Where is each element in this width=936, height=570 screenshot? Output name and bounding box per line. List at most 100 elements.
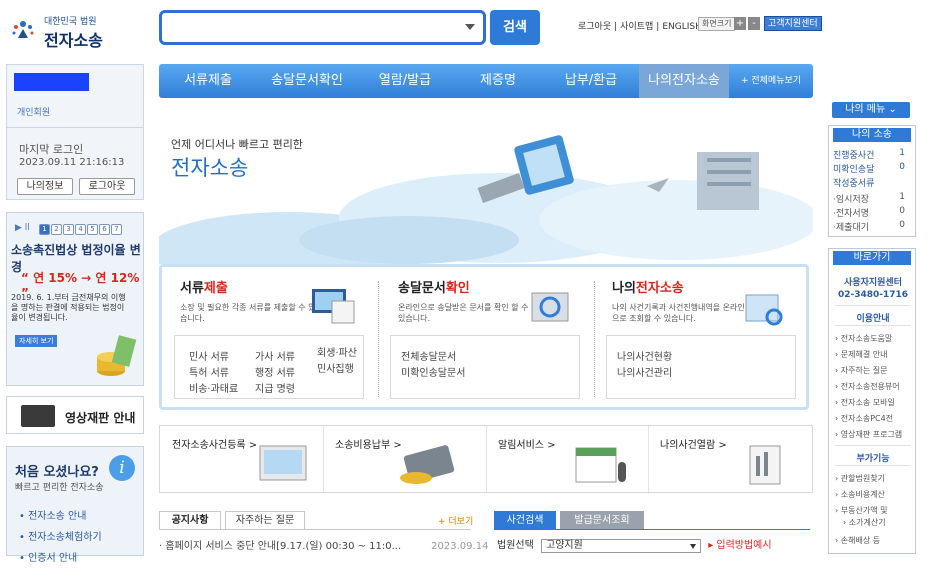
notice-item[interactable]: · 홈페이지 서비스 중단 안내[9.17.(일) 00:30 ~ 11:0..… bbox=[159, 537, 488, 552]
quick-services: 전자소송사건등록 > 소송비용납부 > 알림서비스 > 나의사건열람 > bbox=[159, 425, 813, 494]
tab-faq[interactable]: 자주하는 질문 bbox=[225, 511, 305, 529]
divider bbox=[494, 529, 810, 530]
banner-page[interactable]: 2 bbox=[51, 224, 62, 235]
banner-page[interactable]: 6 bbox=[99, 224, 110, 235]
extra-link[interactable]: 소가계산기 bbox=[835, 517, 915, 528]
first-visit-link[interactable]: 전자소송 안내 bbox=[19, 507, 102, 522]
nav-submit[interactable]: 서류제출 bbox=[159, 64, 257, 98]
link-admin[interactable]: 행정 서류 bbox=[255, 364, 295, 379]
my-case-row[interactable]: 0 미확인송달 bbox=[833, 162, 913, 175]
service-mycase-title[interactable]: 나의전자소송 bbox=[612, 277, 752, 296]
folder-search-icon bbox=[745, 294, 783, 326]
video-trial-link[interactable]: 영상재판 안내 bbox=[6, 396, 144, 434]
my-info-button[interactable]: 나의정보 bbox=[17, 178, 73, 195]
usage-link[interactable]: 문제해결 안내 bbox=[835, 349, 915, 360]
last-login-label: 마지막 로그인 bbox=[19, 143, 84, 156]
logout-link[interactable]: 로그아웃 bbox=[578, 22, 611, 32]
first-visit-link[interactable]: 인증서 안내 bbox=[19, 549, 102, 564]
chevron-down-icon[interactable] bbox=[465, 24, 475, 30]
my-case-row[interactable]: 1 진행중사건 bbox=[833, 148, 913, 161]
link-case-status[interactable]: 나의사건현황 bbox=[617, 348, 672, 363]
input-method-link[interactable]: ▸ 입력방법예시 bbox=[708, 540, 771, 551]
divider bbox=[323, 426, 324, 494]
usage-link[interactable]: 전자소송도움말 bbox=[835, 333, 915, 344]
link-noncontentious[interactable]: 비송·과태료 bbox=[189, 380, 238, 395]
my-case-title: 나의 소송 bbox=[833, 128, 911, 142]
service-desc: 소장 및 필요한 각종 서류를 제출할 수 있습니다. bbox=[180, 303, 316, 323]
my-case-row[interactable]: 1 ·임시저장 bbox=[833, 192, 913, 205]
mail-icon bbox=[531, 292, 569, 322]
nav-certificate[interactable]: 제증명 bbox=[453, 64, 543, 98]
quick-case-view[interactable]: 나의사건열람 > bbox=[660, 436, 727, 451]
tab-notice[interactable]: 공지사항 bbox=[159, 511, 221, 529]
first-visit-link[interactable]: 전자소송체험하기 bbox=[19, 528, 102, 543]
promo-banner: ▶ ll 1234567 소송촉진법상 법정이율 변경 “ 연 15% → 연 … bbox=[6, 212, 144, 386]
quick-notification[interactable]: 알림서비스 > bbox=[498, 436, 556, 451]
banner-page[interactable]: 5 bbox=[87, 224, 98, 235]
link-all-delivery[interactable]: 전체송달문서 bbox=[401, 348, 456, 363]
service-submit-title[interactable]: 서류제출 bbox=[180, 277, 320, 296]
my-case-row[interactable]: 0 ·전자서명 bbox=[833, 206, 913, 219]
zoom-out-button[interactable]: - bbox=[748, 17, 760, 30]
nav-all-menu[interactable]: + 전체메뉴보기 bbox=[729, 64, 813, 98]
divider bbox=[594, 281, 595, 397]
usage-link[interactable]: 자주하는 질문 bbox=[835, 365, 915, 376]
nav-payment[interactable]: 납부/환급 bbox=[543, 64, 639, 98]
service-delivery-title[interactable]: 송달문서확인 bbox=[398, 277, 538, 296]
shortcut-title: 바로가기 bbox=[833, 251, 911, 265]
my-case-row[interactable]: 0 ·제출대기 bbox=[833, 220, 913, 233]
banner-page[interactable]: 4 bbox=[75, 224, 86, 235]
sitemap-link[interactable]: 사이트맵 bbox=[620, 22, 653, 32]
link-bankruptcy[interactable]: 회생·파산 bbox=[317, 344, 357, 359]
more-link[interactable]: + 더보기 bbox=[438, 514, 473, 527]
services-panel: 서류제출 소장 및 필요한 각종 서류를 제출할 수 있습니다. 민사 서류 가… bbox=[159, 264, 809, 410]
video-icon bbox=[21, 405, 55, 427]
court-label: 법원선택 bbox=[497, 540, 534, 551]
banner-controls[interactable]: ▶ ll bbox=[15, 223, 30, 233]
banner-more-button[interactable]: 자세히 보기 bbox=[15, 335, 58, 347]
logout-button[interactable]: 로그아웃 bbox=[79, 178, 135, 195]
usage-link[interactable]: 전자소송PC4전 bbox=[835, 413, 915, 424]
tab-case-search[interactable]: 사건검색 bbox=[494, 511, 556, 529]
user-type: 개인회원 bbox=[17, 108, 51, 118]
search-button[interactable]: 검색 bbox=[490, 10, 540, 45]
usage-link[interactable]: 전자소송전용뷰어 bbox=[835, 381, 915, 392]
link-case-manage[interactable]: 나의사건관리 bbox=[617, 364, 672, 379]
nav-delivery[interactable]: 송달문서확인 bbox=[257, 64, 357, 98]
link-family[interactable]: 가사 서류 bbox=[255, 348, 295, 363]
search-input[interactable] bbox=[159, 10, 486, 45]
notice-date: 2023.09.14 bbox=[431, 541, 489, 552]
contact-center[interactable]: 사용자지원센터 bbox=[829, 275, 917, 288]
english-link[interactable]: ENGLISH bbox=[662, 22, 702, 32]
divider bbox=[835, 465, 911, 466]
quick-case-register[interactable]: 전자소송사건등록 > bbox=[172, 436, 257, 451]
extra-link[interactable]: 소송비용계산 bbox=[835, 489, 915, 500]
shortcut-panel: 바로가기 사용자지원센터 02-3480-1716 이용안내 전자소송도움말 문… bbox=[828, 248, 916, 554]
my-case-row[interactable]: 작성중서류 bbox=[833, 176, 913, 189]
nav-view-issue[interactable]: 열람/발급 bbox=[357, 64, 453, 98]
banner-page[interactable]: 7 bbox=[111, 224, 122, 235]
link-execution[interactable]: 민사집행 bbox=[317, 360, 354, 375]
hero: 언제 어디서나 빠르고 편리한 전자소송 bbox=[159, 100, 813, 264]
usage-link[interactable]: 전자소송 모바일 bbox=[835, 397, 915, 408]
link-patent[interactable]: 특허 서류 bbox=[189, 364, 229, 379]
tab-issued-docs[interactable]: 발급문서조회 bbox=[560, 511, 644, 529]
my-menu-button[interactable]: 나의 메뉴 ⌄ bbox=[832, 102, 910, 118]
computer-icon bbox=[312, 289, 355, 324]
extra-link[interactable]: 관할법원찾기 bbox=[835, 473, 915, 484]
zoom-in-button[interactable]: + bbox=[734, 17, 746, 30]
divider bbox=[648, 426, 649, 494]
service-desc: 나의 사건기록과 사건진행내역을 온라인으로 조회할 수 있습니다. bbox=[612, 303, 745, 323]
help-center-button[interactable]: 고객지원센터 bbox=[764, 16, 822, 31]
link-unread-delivery[interactable]: 미확인송달문서 bbox=[401, 364, 465, 379]
banner-page[interactable]: 3 bbox=[63, 224, 74, 235]
usage-link[interactable]: 영상재판 프로그램 bbox=[835, 429, 915, 440]
nav-my-case[interactable]: 나의전자소송 bbox=[639, 64, 729, 98]
banner-page[interactable]: 1 bbox=[39, 224, 50, 235]
logo[interactable]: 대한민국 법원 전자소송 bbox=[6, 10, 146, 50]
link-civil[interactable]: 민사 서류 bbox=[189, 348, 229, 363]
link-payment-order[interactable]: 지급 명령 bbox=[255, 380, 295, 395]
service-submit: 서류제출 소장 및 필요한 각종 서류를 제출할 수 있습니다. bbox=[180, 277, 320, 324]
extra-link[interactable]: 부동산가액 및 bbox=[835, 505, 915, 516]
extra-link[interactable]: 손해배상 등 bbox=[835, 535, 915, 546]
